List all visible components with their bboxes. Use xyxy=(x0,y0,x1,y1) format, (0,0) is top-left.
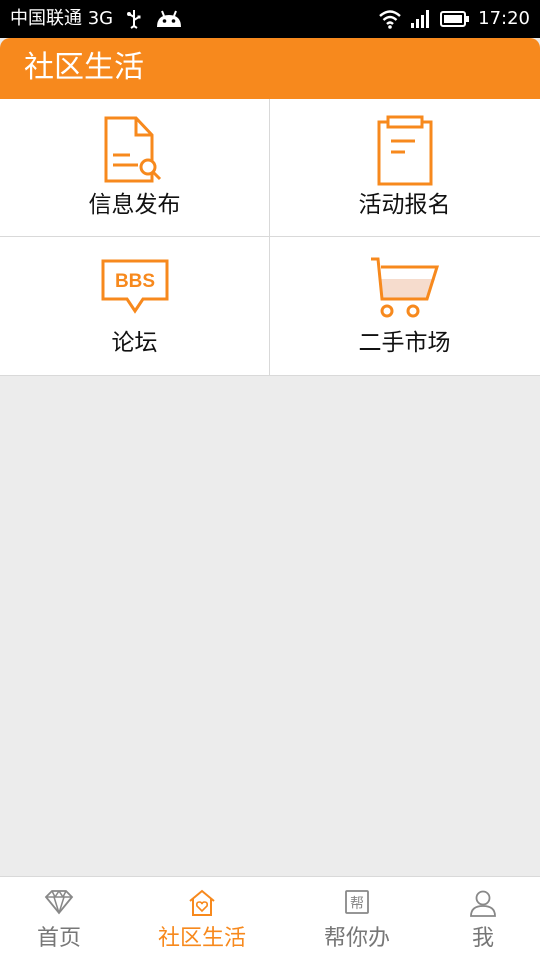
grid-horizontal-divider xyxy=(0,236,540,237)
clipboard-icon xyxy=(377,115,432,186)
signal-icon xyxy=(411,10,430,28)
wifi-icon xyxy=(379,10,401,29)
nav-label: 社区生活 xyxy=(157,926,246,951)
carrier-label: 中国联通 3G xyxy=(10,8,114,29)
nav-item-me[interactable]: 我 xyxy=(426,877,540,960)
page-title: 社区生活 xyxy=(24,50,144,85)
grid-item-info-publish[interactable]: 信息发布 xyxy=(0,99,269,236)
bottom-navigation: 首页 社区生活 帮 帮你办 我 xyxy=(0,876,540,960)
grid-item-label: 信息发布 xyxy=(88,192,181,218)
nav-item-community[interactable]: 社区生活 xyxy=(130,877,274,960)
usb-icon xyxy=(127,10,141,29)
document-search-icon xyxy=(104,116,161,183)
diamond-icon xyxy=(44,890,74,915)
help-icon-text: 帮 xyxy=(350,896,364,912)
home-heart-icon xyxy=(189,889,215,916)
bbs-icon-text: BBS xyxy=(114,271,154,292)
status-left: 中国联通 3G xyxy=(10,8,183,30)
app-root: 中国联通 3G 17:20 社区生活 信息发布 活动报名 BBS 论坛 二手市场… xyxy=(0,0,540,960)
nav-label: 帮你办 xyxy=(323,926,390,951)
grid-vertical-divider xyxy=(269,99,270,375)
nav-label: 首页 xyxy=(36,926,81,951)
grid-item-label: 二手市场 xyxy=(358,330,451,356)
battery-icon xyxy=(440,11,470,27)
feature-grid: 信息发布 活动报名 BBS 论坛 二手市场 xyxy=(0,99,540,376)
nav-item-home[interactable]: 首页 xyxy=(0,877,118,960)
help-icon: 帮 xyxy=(345,890,369,914)
android-icon xyxy=(157,10,182,27)
grid-item-label: 活动报名 xyxy=(358,192,451,218)
status-right: 17:20 xyxy=(378,8,530,30)
nav-item-help[interactable]: 帮 帮你办 xyxy=(300,877,414,960)
nav-label: 我 xyxy=(471,926,494,951)
clock-label: 17:20 xyxy=(478,8,530,29)
grid-item-event-signup[interactable]: 活动报名 xyxy=(270,99,539,236)
shopping-cart-icon xyxy=(370,257,439,318)
app-header: 社区生活 xyxy=(0,38,540,99)
grid-item-forum[interactable]: BBS 论坛 xyxy=(0,237,269,374)
grid-item-secondhand-market[interactable]: 二手市场 xyxy=(270,237,539,374)
status-bar: 中国联通 3G 17:20 xyxy=(0,0,540,38)
user-icon xyxy=(470,890,496,917)
grid-item-label: 论坛 xyxy=(111,330,158,356)
bbs-icon: BBS xyxy=(101,259,168,314)
